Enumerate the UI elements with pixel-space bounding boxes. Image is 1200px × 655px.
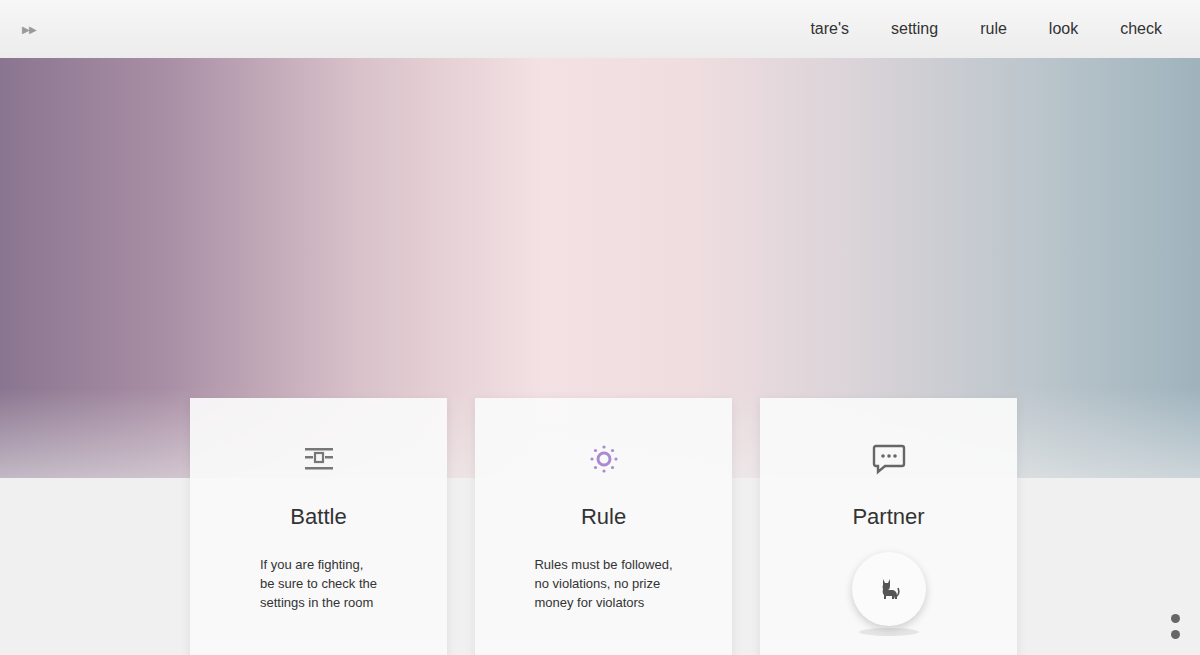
description-line: be sure to check the <box>260 575 377 594</box>
cat-icon <box>878 577 900 601</box>
nav-links: tare's setting rule look check <box>810 20 1162 38</box>
description-line: no violations, no prize <box>534 575 672 594</box>
page: ▶▶ tare's setting rule look check Battle If you… <box>0 0 1200 655</box>
feature-card[interactable]: Rule Rules must be followed,no violations… <box>475 398 732 655</box>
card-title: Partner <box>852 504 924 530</box>
partner-button[interactable] <box>852 552 926 626</box>
feature-card[interactable]: Partner <box>760 398 1017 655</box>
partner-button-wrap <box>852 552 926 636</box>
button-shadow <box>859 628 919 636</box>
card-title: Battle <box>290 504 346 530</box>
dot <box>1171 630 1180 639</box>
description-line: settings in the room <box>260 594 377 613</box>
nav-link[interactable]: setting <box>891 20 938 38</box>
card-title: Rule <box>581 504 626 530</box>
sun-icon <box>589 444 619 474</box>
card-row: Battle If you are fighting,be sure to che… <box>0 398 1200 655</box>
skip-icon[interactable]: ▶▶ <box>22 24 36 35</box>
nav-link[interactable]: check <box>1120 20 1162 38</box>
card-icon-slot <box>303 442 335 476</box>
card-description: If you are fighting,be sure to check the… <box>260 556 377 613</box>
battle-icon <box>303 446 335 472</box>
nav-link[interactable]: tare's <box>810 20 849 38</box>
feature-card[interactable]: Battle If you are fighting,be sure to che… <box>190 398 447 655</box>
card-icon-slot <box>872 442 906 476</box>
nav-link[interactable]: look <box>1049 20 1078 38</box>
nav-link[interactable]: rule <box>980 20 1007 38</box>
more-icon[interactable] <box>1171 614 1180 639</box>
chat-icon <box>872 443 906 475</box>
card-description: Rules must be followed,no violations, no… <box>534 556 672 613</box>
description-line: money for violators <box>534 594 672 613</box>
card-icon-slot <box>589 442 619 476</box>
description-line: If you are fighting, <box>260 556 377 575</box>
top-bar: ▶▶ tare's setting rule look check <box>0 0 1200 58</box>
description-line: Rules must be followed, <box>534 556 672 575</box>
dot <box>1171 614 1180 623</box>
